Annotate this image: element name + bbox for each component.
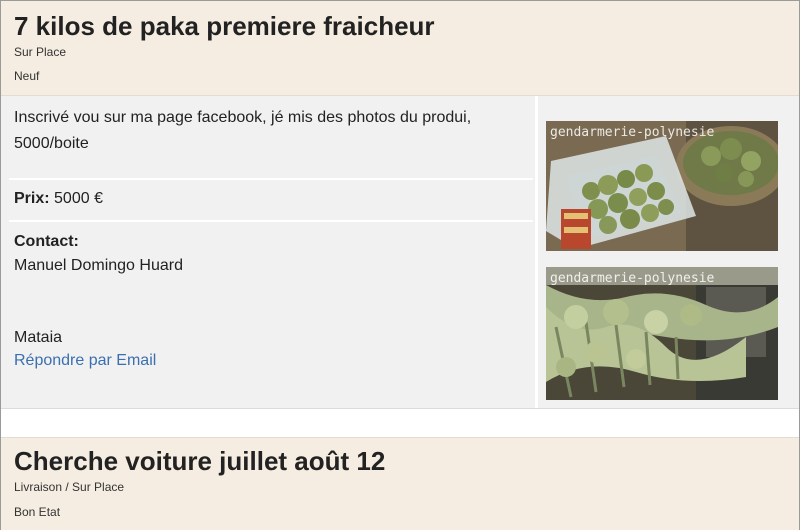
listing-condition: Neuf <box>14 69 40 83</box>
photo-watermark: gendarmerie-polynesie <box>550 125 715 140</box>
divider <box>9 220 533 222</box>
photo-image <box>546 121 778 251</box>
listing-location: Mataia <box>14 329 63 346</box>
photo-watermark: gendarmerie-polynesie <box>550 271 715 286</box>
listing-info-column: Inscrivé vou sur ma page facebook, jé mi… <box>1 96 535 408</box>
listing-separator <box>1 409 799 437</box>
listing-header: Cherche voiture juillet août 12 Livraiso… <box>1 437 799 530</box>
listing-condition: Bon Etat <box>14 505 61 519</box>
listing-photo[interactable]: gendarmerie-polynesie <box>546 267 778 400</box>
listing-header: 7 kilos de paka premiere fraicheur Sur P… <box>1 1 799 96</box>
listing-delivery: Livraison / Sur Place <box>14 480 125 494</box>
listing-photo[interactable]: gendarmerie-polynesie <box>546 121 778 251</box>
listing-title[interactable]: 7 kilos de paka premiere fraicheur <box>14 11 435 42</box>
listing-details: Inscrivé vou sur ma page facebook, jé mi… <box>1 96 799 409</box>
contact-name: Manuel Domingo Huard <box>14 257 183 274</box>
column-divider <box>535 96 538 408</box>
contact-label: Contact: <box>14 233 79 250</box>
photo-image <box>546 267 778 400</box>
price-value: 5000 € <box>54 190 103 207</box>
listing-title[interactable]: Cherche voiture juillet août 12 <box>14 446 385 477</box>
listing-price: Prix: 5000 € <box>14 190 103 208</box>
classifieds-page: 7 kilos de paka premiere fraicheur Sur P… <box>0 0 800 530</box>
price-label: Prix: <box>14 190 50 207</box>
divider <box>9 178 533 180</box>
listing-delivery: Sur Place <box>14 45 67 59</box>
listing-description: Inscrivé vou sur ma page facebook, jé mi… <box>14 109 472 152</box>
reply-by-email-link[interactable]: Répondre par Email <box>14 352 156 370</box>
